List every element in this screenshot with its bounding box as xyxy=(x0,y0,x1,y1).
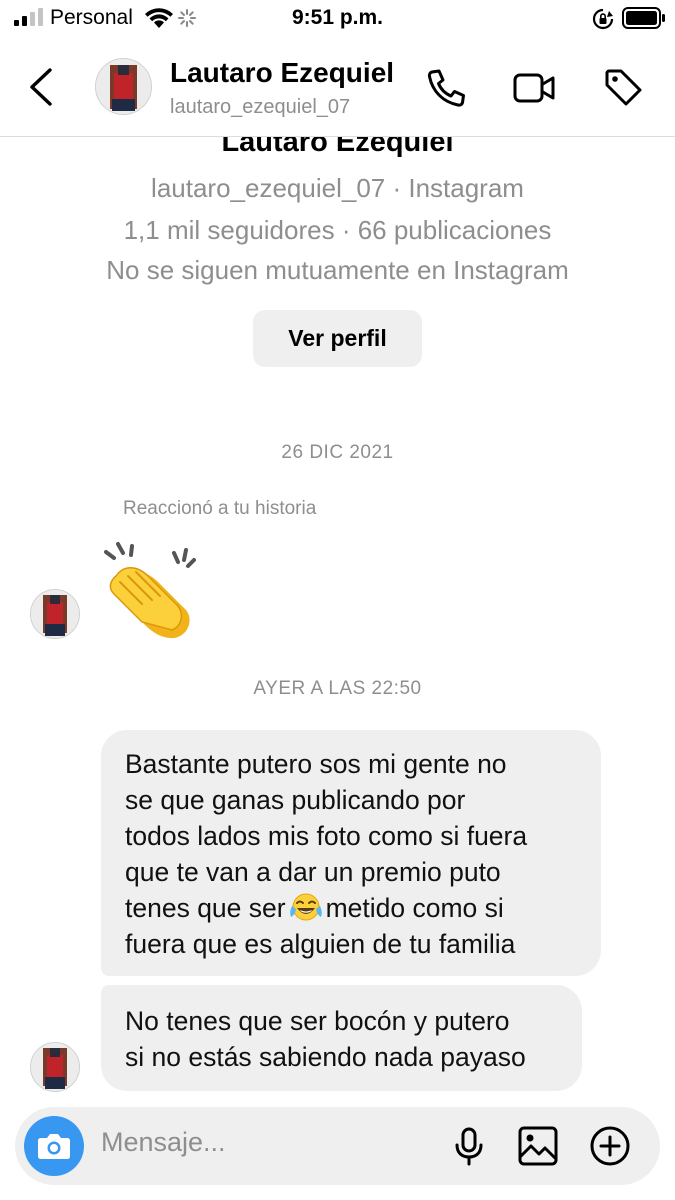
message-bubble[interactable]: No tenes que ser bocón y putero si no es… xyxy=(101,985,582,1091)
date-separator: AYER A LAS 22:50 xyxy=(253,678,422,699)
mutual-follow-status: No se siguen mutuamente en Instagram xyxy=(106,255,569,285)
rotation-lock-icon xyxy=(592,8,614,30)
camera-icon xyxy=(38,1134,70,1159)
message-line: No tenes que ser bocón y putero xyxy=(125,1006,510,1036)
message-composer: Mensaje... xyxy=(15,1107,660,1185)
message-line: todos lados mis foto como si fuera xyxy=(125,821,528,851)
header-name[interactable]: Lautaro Ezequiel xyxy=(170,57,394,89)
clapping-hands-emoji[interactable] xyxy=(102,538,200,642)
tears-of-joy-emoji xyxy=(289,893,322,921)
profile-stats: 1,1 mil seguidores · 66 publicaciones xyxy=(123,215,552,245)
plus-icon[interactable] xyxy=(589,1125,631,1167)
profile-username: lautaro_ezequiel_07 · Instagram xyxy=(151,173,524,203)
avatar[interactable] xyxy=(95,58,152,115)
message-line: si no estás sabiendo nada payaso xyxy=(125,1042,526,1072)
phone-icon[interactable] xyxy=(424,66,468,110)
tag-icon[interactable] xyxy=(602,66,646,110)
message-input[interactable]: Mensaje... xyxy=(101,1127,226,1158)
header-username: lautaro_ezequiel_07 xyxy=(170,96,351,118)
chat-header: Lautaro Ezequiel lautaro_ezequiel_07 xyxy=(0,40,675,137)
date-separator: 26 DIC 2021 xyxy=(281,442,394,463)
message-line: tenes que ser metido como si xyxy=(125,890,575,926)
status-bar: Personal 9:51 p.m. xyxy=(0,0,675,40)
story-reaction-label: Reaccionó a tu historia xyxy=(123,498,317,519)
message-text: metido como si xyxy=(325,893,504,923)
camera-button[interactable] xyxy=(24,1116,84,1176)
message-line: Bastante putero sos mi gente no xyxy=(125,749,507,779)
message-text: tenes que ser xyxy=(125,893,286,923)
message-line: se que ganas publicando por xyxy=(125,785,466,815)
video-icon[interactable] xyxy=(512,66,556,110)
sender-avatar[interactable] xyxy=(30,1042,80,1092)
view-profile-button[interactable]: Ver perfil xyxy=(253,310,422,367)
microphone-icon[interactable] xyxy=(448,1125,490,1167)
sender-avatar[interactable] xyxy=(30,589,80,639)
gallery-icon[interactable] xyxy=(517,1125,559,1167)
battery-icon xyxy=(622,7,665,29)
message-line: que te van a dar un premio puto xyxy=(125,857,501,887)
message-line: fuera que es alguien de tu familia xyxy=(125,929,516,959)
back-icon[interactable] xyxy=(28,68,54,106)
clock: 9:51 p.m. xyxy=(291,6,384,29)
message-bubble[interactable]: Bastante putero sos mi gente no se que g… xyxy=(101,730,601,976)
